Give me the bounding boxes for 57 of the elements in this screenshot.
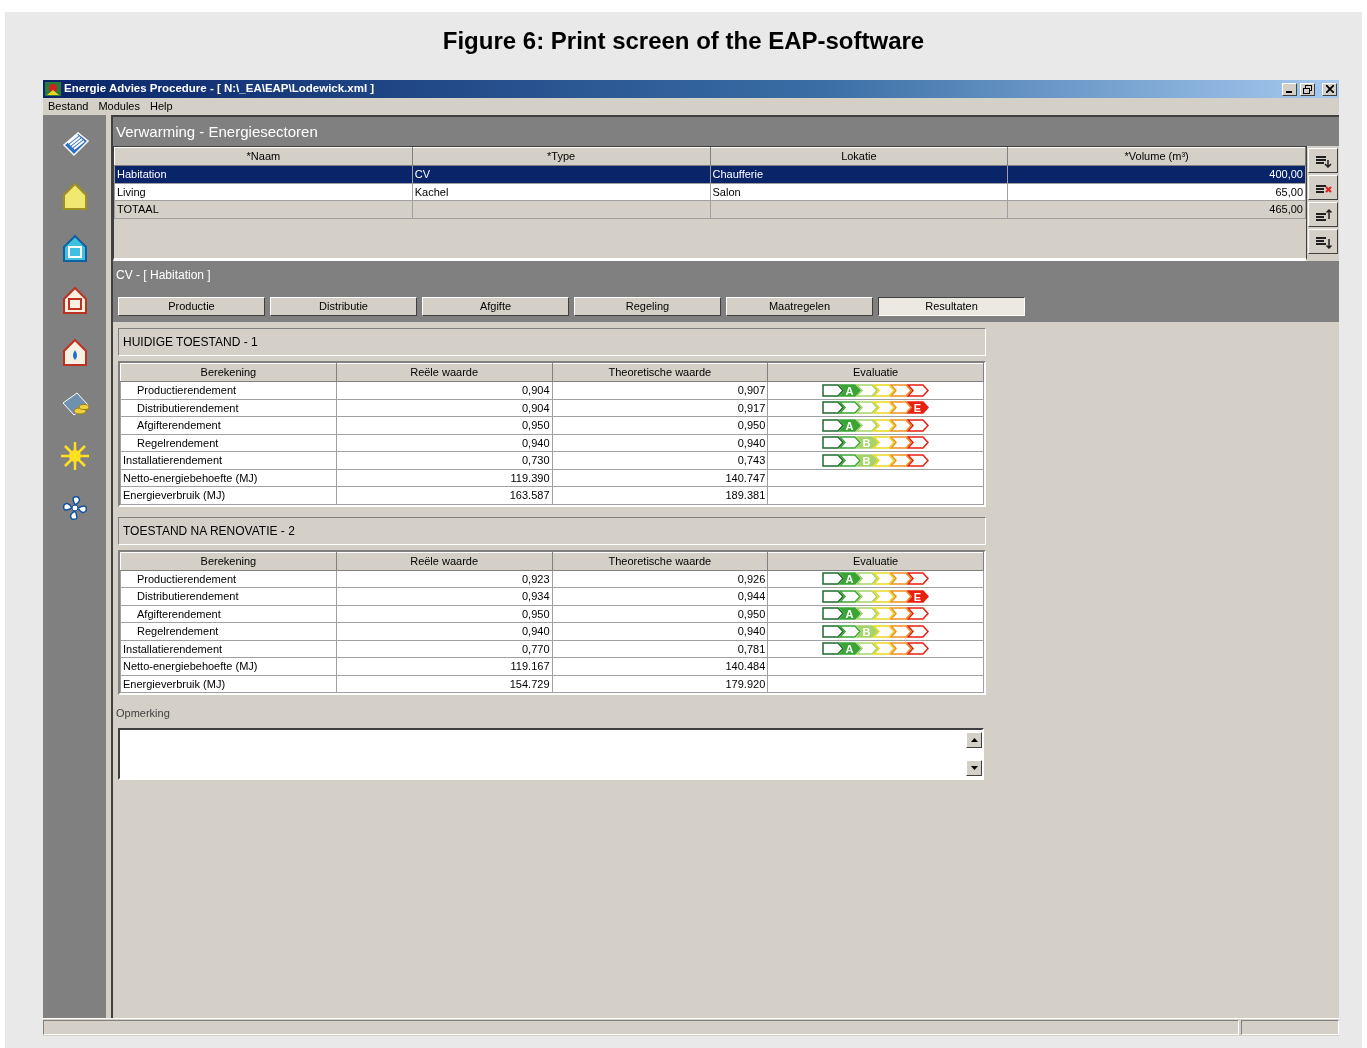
tab[interactable]: Regeling — [574, 297, 721, 316]
column-header[interactable]: Theoretische waarde — [552, 363, 768, 382]
tab[interactable]: Resultaten — [878, 297, 1025, 316]
rating-letter: E — [913, 590, 921, 603]
toolbar-button[interactable] — [1308, 202, 1338, 227]
rating-letter: A — [845, 608, 854, 621]
menu-item[interactable]: Bestand — [43, 98, 94, 115]
minimize-button[interactable] — [1282, 82, 1297, 96]
menu-item[interactable]: Help — [144, 98, 178, 115]
rating-letter: A — [845, 419, 854, 432]
restore-button[interactable] — [1300, 82, 1315, 96]
tab[interactable]: Maatregelen — [726, 297, 873, 316]
column-header[interactable]: Evaluatie — [767, 552, 984, 570]
close-icon — [1325, 85, 1334, 93]
column-header[interactable]: Lokatie — [710, 147, 1008, 166]
menu-item[interactable]: Modules — [93, 98, 145, 115]
remark-field[interactable] — [118, 727, 984, 780]
column-header[interactable]: Theoretische waarde — [552, 552, 768, 570]
rating-letter: B — [862, 437, 871, 450]
toolbar-button[interactable] — [1308, 148, 1338, 173]
tab[interactable]: Distributie — [270, 297, 417, 316]
add-row-icon — [1314, 153, 1332, 168]
rating-letter: B — [862, 625, 871, 638]
up-arrow-icon — [970, 737, 978, 742]
close-button[interactable] — [1322, 82, 1337, 96]
down-arrow-icon — [970, 765, 978, 770]
sun-icon[interactable] — [59, 441, 90, 471]
move-up-icon — [1314, 207, 1332, 222]
figure-caption: Figure 6: Print screen of the EAP-software — [441, 26, 926, 56]
move-down-icon — [1314, 234, 1332, 249]
scroll-up-button[interactable] — [966, 731, 982, 748]
app-logo-icon — [45, 82, 61, 96]
window-title: Energie Advies Procedure - [ N:\_EA\EAP\Lodewick.xml ] — [64, 81, 375, 97]
column-header[interactable]: Reële waarde — [336, 552, 552, 570]
scroll-down-button[interactable] — [966, 759, 982, 776]
restore-icon — [1303, 84, 1312, 94]
section-title: HUIDIGE TOESTAND - 1 — [118, 328, 986, 356]
column-header[interactable]: *Naam — [114, 147, 413, 166]
rating-letter: A — [845, 573, 854, 586]
detail-title: CV - [ Habitation ] — [116, 267, 212, 284]
column-header[interactable]: Reële waarde — [336, 363, 552, 382]
column-header[interactable]: *Type — [412, 147, 710, 166]
tab[interactable]: Afgifte — [422, 297, 569, 316]
rating-letter: B — [862, 454, 871, 467]
toolbar-button[interactable] — [1308, 175, 1338, 200]
rating-letter: A — [845, 643, 854, 656]
tab[interactable]: Productie — [118, 297, 265, 316]
toolbar-button[interactable] — [1308, 229, 1338, 254]
panel-title: Verwarming - Energiesectoren — [113, 115, 1339, 146]
rating-letter: A — [845, 384, 854, 397]
column-header[interactable]: Berekening — [120, 363, 337, 382]
column-header[interactable]: Berekening — [120, 552, 337, 570]
rating-letter: E — [913, 402, 921, 415]
remark-label: Opmerking — [116, 706, 171, 721]
column-header[interactable]: *Volume (m³) — [1007, 147, 1306, 166]
section-title: TOESTAND NA RENOVATIE - 2 — [118, 516, 986, 545]
column-header[interactable]: Evaluatie — [767, 363, 984, 382]
